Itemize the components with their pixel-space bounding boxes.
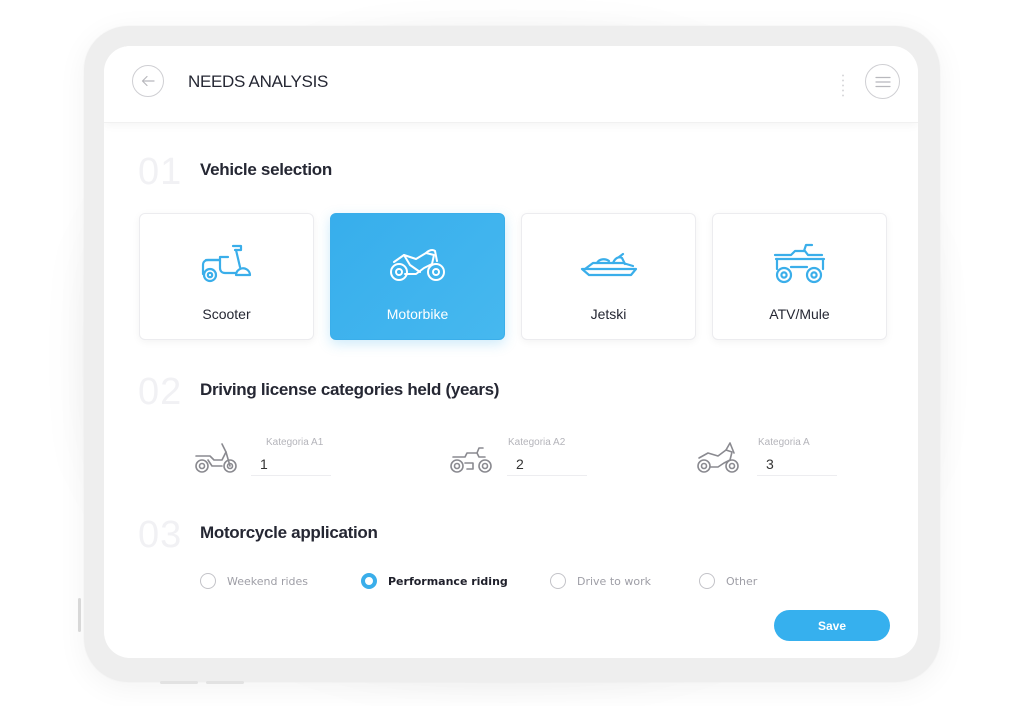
hamburger-menu-icon [874,76,891,87]
license-a-input[interactable] [757,452,837,476]
menu-button[interactable] [865,64,900,99]
section-number: 01 [138,151,183,193]
atv-icon [773,243,825,284]
scooter-icon [201,244,251,283]
app-header: NEEDS ANALYSIS [104,46,918,123]
license-label: Kategoria A [758,437,810,448]
sport-motorcycle-icon [697,442,739,473]
radio-label: Performance riding [388,574,508,588]
dotted-divider [842,73,844,99]
radio-weekend-rides[interactable]: Weekend rides [200,573,308,589]
vehicle-card-atv[interactable]: ATV/Mule [712,213,887,340]
radio-circle[interactable] [699,573,715,589]
back-button[interactable] [132,65,164,97]
radio-drive-to-work[interactable]: Drive to work [550,573,651,589]
radio-label: Other [726,574,758,588]
dirt-bike-icon [195,443,237,473]
arrow-left-icon [141,75,155,87]
vehicle-label: Jetski [590,306,627,322]
jetski-icon [580,252,637,277]
section-number: 02 [138,371,183,413]
license-label: Kategoria A2 [508,437,566,448]
section-number: 03 [138,514,183,556]
section-title: Driving license categories held (years) [200,380,500,399]
vehicle-card-motorbike[interactable]: Motorbike [330,213,505,340]
page-title: NEEDS ANALYSIS [188,72,329,91]
radio-other[interactable]: Other [699,573,757,589]
section-title: Motorcycle application [200,523,378,542]
radio-circle[interactable] [550,573,566,589]
radio-label: Weekend rides [227,574,309,588]
radio-circle[interactable] [200,573,216,589]
section-title: Vehicle selection [200,160,332,179]
classic-motorcycle-icon [450,447,492,473]
motorbike-icon [389,248,445,281]
tablet-bottom-button [160,681,198,684]
save-button[interactable]: Save [774,610,890,641]
license-label: Kategoria A1 [266,437,324,448]
tablet-side-button [78,598,81,632]
radio-circle[interactable] [361,573,377,589]
tablet-bottom-button [206,681,244,684]
license-a2-input[interactable] [507,452,587,476]
vehicle-label: ATV/Mule [769,306,830,322]
vehicle-card-scooter[interactable]: Scooter [139,213,314,340]
vehicle-label: Motorbike [386,306,449,322]
app-screen: NEEDS ANALYSIS 01 Vehicle selection Scoo… [104,46,918,658]
vehicle-card-jetski[interactable]: Jetski [521,213,696,340]
license-a1-input[interactable] [251,452,331,476]
radio-label: Drive to work [577,574,651,588]
radio-performance-riding[interactable]: Performance riding [361,573,508,589]
vehicle-label: Scooter [202,306,251,322]
